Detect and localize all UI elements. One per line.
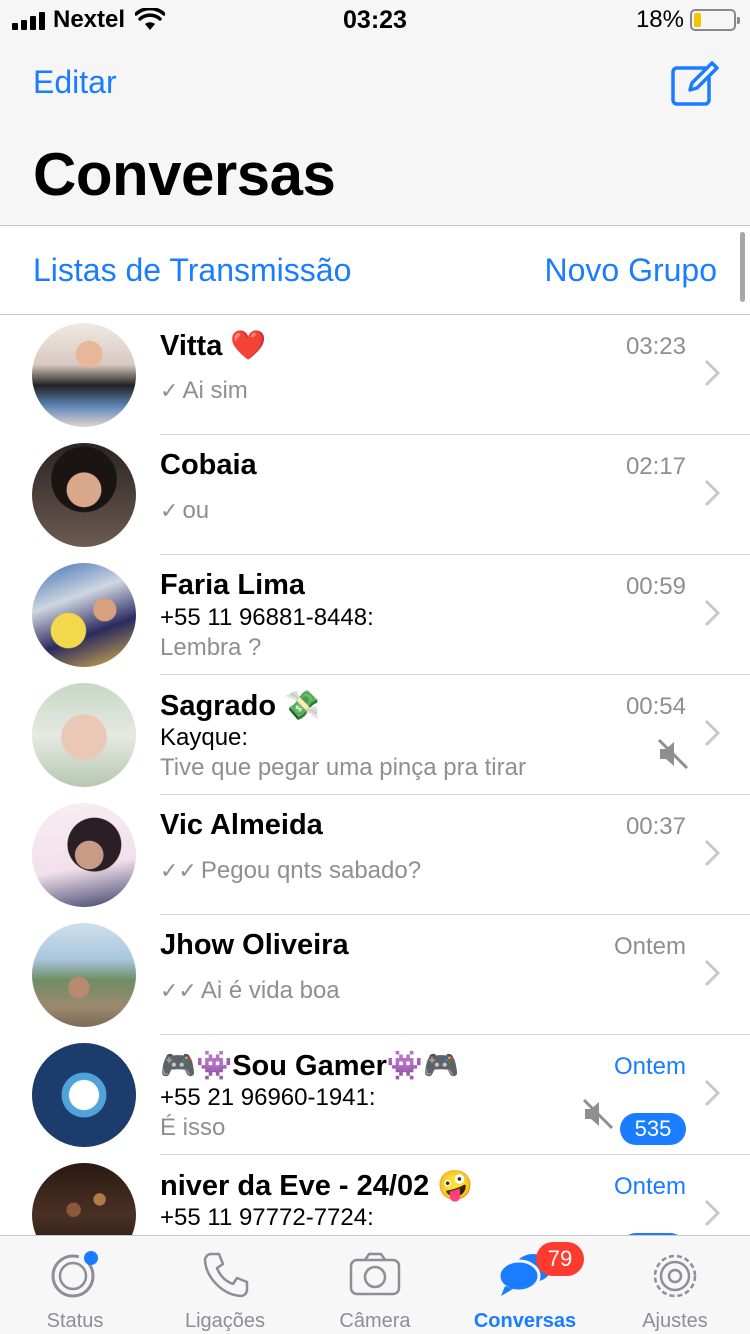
status-icon: [51, 1251, 98, 1298]
chat-last-message: ✓ ou: [160, 497, 210, 524]
tab-label: Status: [46, 1310, 104, 1332]
tab-badge: 79: [536, 1242, 584, 1276]
chat-name: Vic Almeida: [160, 809, 323, 841]
chat-name: 🎮👾Sou Gamer👾🎮: [160, 1050, 460, 1082]
chat-time: 03:23: [625, 333, 686, 360]
scrollbar[interactable]: [740, 232, 745, 302]
chat-name: Jhow Oliveira: [160, 929, 349, 961]
chat-last-message: ✓✓ Pegou qnts sabado?: [160, 857, 422, 884]
chat-row[interactable]: Cobaia 02:17 ✓ ou: [0, 435, 750, 555]
double-check-icon: ✓✓: [160, 978, 197, 1003]
chat-time: 00:59: [625, 573, 686, 600]
tab-label: Ajustes: [642, 1310, 708, 1332]
chat-name: Faria Lima: [160, 569, 306, 601]
compose-icon[interactable]: [670, 58, 720, 108]
muted-speaker-icon: [582, 1098, 614, 1130]
chevron-right-icon: [704, 359, 721, 387]
status-right: 18%: [635, 6, 740, 34]
tab-bar: Status Ligações Câmera 79 Conversas Ajus…: [0, 1235, 750, 1334]
chat-row[interactable]: Faria Lima 00:59 +55 11 96881-8448: Lemb…: [0, 555, 750, 675]
battery-icon: [690, 9, 740, 31]
chevron-right-icon: [704, 1079, 721, 1107]
avatar: [32, 443, 136, 547]
tab-label: Conversas: [473, 1310, 577, 1332]
single-check-icon: ✓: [160, 378, 179, 403]
avatar: [32, 323, 136, 427]
chat-row[interactable]: Jhow Oliveira Ontem ✓✓ Ai é vida boa: [0, 915, 750, 1035]
chat-time: Ontem: [613, 1053, 686, 1080]
avatar: [32, 1163, 136, 1235]
chat-time: Ontem: [613, 1173, 686, 1200]
double-check-icon: ✓✓: [160, 858, 197, 883]
chat-last-message: ✓ Ai sim: [160, 377, 248, 404]
chat-time: 00:37: [625, 813, 686, 840]
battery-percent: 18%: [635, 6, 684, 33]
avatar: [32, 803, 136, 907]
chat-time: 02:17: [625, 453, 686, 480]
chat-time: 00:54: [625, 693, 686, 720]
chat-time: Ontem: [613, 933, 686, 960]
edit-button[interactable]: Editar: [33, 64, 117, 101]
tab-camera[interactable]: Câmera: [300, 1236, 450, 1334]
page-title: Conversas: [33, 141, 336, 208]
chevron-right-icon: [704, 479, 721, 507]
chevron-right-icon: [704, 719, 721, 747]
chat-last-message: ✓✓ Ai é vida boa: [160, 977, 340, 1004]
tab-calls[interactable]: Ligações: [150, 1236, 300, 1334]
tab-chats[interactable]: 79 Conversas: [450, 1236, 600, 1334]
chevron-right-icon: [704, 1199, 721, 1227]
chat-row[interactable]: Vitta ❤️ 03:23 ✓ Ai sim: [0, 315, 750, 435]
single-check-icon: ✓: [160, 498, 179, 523]
muted-speaker-icon: [657, 738, 689, 770]
avatar: [32, 1043, 136, 1147]
chat-row[interactable]: niver da Eve - 24/02 🤪 Ontem +55 11 9777…: [0, 1155, 750, 1235]
avatar: [32, 923, 136, 1027]
chat-list: Vitta ❤️ 03:23 ✓ Ai sim Cobaia 02:17 ✓ ou …: [0, 315, 750, 1235]
chat-row[interactable]: Vic Almeida 00:37 ✓✓ Pegou qnts sabado?: [0, 795, 750, 915]
chat-last-message: Lembra ?: [160, 634, 262, 661]
chevron-right-icon: [704, 959, 721, 987]
chevron-right-icon: [704, 839, 721, 867]
list-actions-row: Listas de Transmissão Novo Grupo: [0, 226, 750, 315]
avatar: [32, 683, 136, 787]
battery-fill: [694, 13, 701, 27]
chat-sender: +55 21 96960-1941:: [160, 1084, 376, 1111]
chat-sender: Kayque:: [160, 724, 249, 751]
chat-sender: +55 11 96881-8448:: [160, 604, 374, 631]
tab-label: Câmera: [339, 1310, 411, 1332]
tab-settings[interactable]: Ajustes: [600, 1236, 750, 1334]
camera-icon: [349, 1252, 401, 1296]
chat-name: niver da Eve - 24/02 🤪: [160, 1170, 474, 1202]
new-group-button[interactable]: Novo Grupo: [544, 252, 717, 289]
avatar: [32, 563, 136, 667]
chat-name: Vitta ❤️: [160, 330, 267, 362]
chat-last-message: Tive que pegar uma pinça pra tirar: [160, 754, 526, 781]
navigation-header: Editar Conversas: [0, 40, 750, 226]
chevron-right-icon: [704, 599, 721, 627]
tab-label: Ligações: [184, 1310, 266, 1332]
chat-sender: +55 11 97772-7724:: [160, 1204, 374, 1231]
chat-row[interactable]: 🎮👾Sou Gamer👾🎮 Ontem +55 21 96960-1941: É…: [0, 1035, 750, 1155]
phone-icon: [203, 1252, 249, 1298]
chat-name: Cobaia: [160, 449, 257, 481]
gear-icon: [653, 1254, 697, 1298]
chat-row[interactable]: Sagrado 💸 00:54 Kayque: Tive que pegar u…: [0, 675, 750, 795]
chat-last-message: É isso: [160, 1114, 226, 1141]
broadcast-lists-button[interactable]: Listas de Transmissão: [33, 252, 351, 289]
tab-status[interactable]: Status: [0, 1236, 150, 1334]
unread-badge: 535: [620, 1113, 686, 1145]
status-bar: Nextel 03:23 18%: [0, 0, 750, 40]
chat-name: Sagrado 💸: [160, 690, 321, 722]
